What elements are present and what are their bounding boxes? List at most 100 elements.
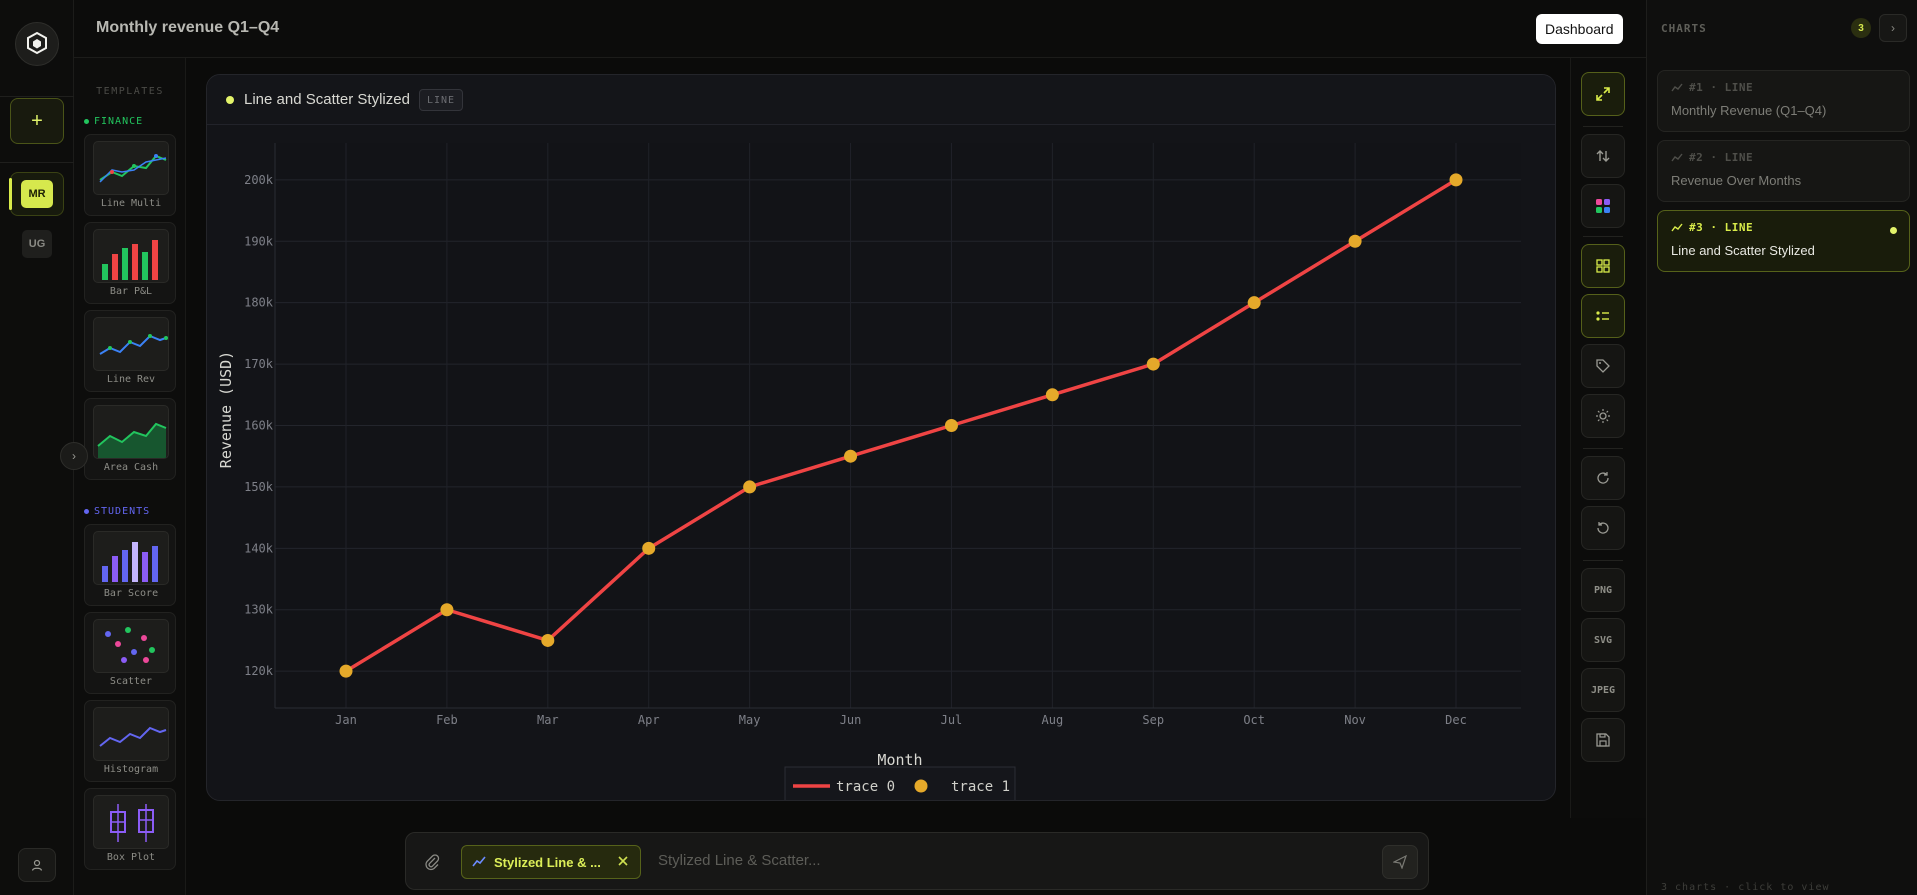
template-bar-score[interactable]: Bar Score — [84, 524, 176, 606]
data-point — [1146, 357, 1160, 371]
undo-button[interactable] — [1581, 506, 1625, 550]
redo-button[interactable] — [1581, 456, 1625, 500]
app-logo[interactable] — [15, 22, 59, 66]
toolbar-divider — [1583, 126, 1623, 127]
x-tick-label: Dec — [1445, 713, 1467, 727]
export-png-button[interactable]: PNG — [1581, 568, 1625, 612]
prompt-input[interactable]: Stylized Line & Scatter... — [658, 852, 821, 869]
attach-button[interactable] — [424, 853, 440, 876]
toolbar-divider — [1583, 448, 1623, 449]
labels-button[interactable] — [1581, 344, 1625, 388]
paperclip-icon — [425, 854, 440, 871]
y-tick-label: 160k — [244, 419, 274, 433]
template-box-plot[interactable]: Box Plot — [84, 788, 176, 870]
group-dot — [84, 509, 89, 514]
template-label: Line Rev — [106, 374, 156, 385]
workspace-mr[interactable]: MR — [21, 180, 53, 208]
y-tick-label: 140k — [244, 541, 274, 555]
fullscreen-button[interactable] — [1581, 72, 1625, 116]
chart-list-item-1[interactable]: #1 · LINE Monthly Revenue (Q1–Q4) — [1657, 70, 1910, 132]
legend-label: trace 0 — [836, 779, 895, 795]
rail-divider — [0, 162, 74, 163]
template-histogram[interactable]: Histogram — [84, 700, 176, 782]
legend-swatch-marker — [914, 779, 928, 793]
undo-icon — [1597, 522, 1609, 534]
chevron-right-icon: › — [1891, 21, 1895, 35]
chart-list-meta: #1 · LINE — [1689, 81, 1754, 94]
template-area-cash[interactable]: Area Cash — [84, 398, 176, 480]
swap-arrows-icon — [1596, 150, 1610, 162]
save-button[interactable] — [1581, 718, 1625, 762]
x-tick-label: Sep — [1142, 713, 1164, 727]
template-label: Bar Score — [103, 588, 159, 599]
toolbar-divider — [1583, 560, 1623, 561]
legend-toggle-button[interactable] — [1581, 294, 1625, 338]
data-point — [944, 419, 958, 432]
line-chart-icon — [1671, 223, 1683, 231]
template-thumbnail — [93, 141, 169, 195]
template-thumbnail — [93, 619, 169, 673]
export-svg-button[interactable]: SVG — [1581, 618, 1625, 662]
chart-list-meta: #3 · LINE — [1689, 221, 1754, 234]
line-chart-icon — [1671, 83, 1683, 91]
y-tick-label: 150k — [244, 480, 274, 494]
swap-axes-button[interactable] — [1581, 134, 1625, 178]
send-icon — [1393, 855, 1407, 869]
y-tick-label: 180k — [244, 296, 274, 310]
status-dot — [226, 96, 234, 104]
collapse-panel-button[interactable]: › — [1879, 14, 1907, 42]
close-icon — [618, 856, 628, 866]
remove-chip-button[interactable] — [616, 854, 630, 873]
export-jpeg-button[interactable]: JPEG — [1581, 668, 1625, 712]
theme-button[interactable] — [1581, 394, 1625, 438]
color-palette-button[interactable] — [1581, 184, 1625, 228]
template-thumbnail — [93, 795, 169, 849]
list-icon — [1596, 311, 1609, 321]
template-bar-pl[interactable]: Bar P&L — [84, 222, 176, 304]
context-chip[interactable]: Stylized Line & ... — [461, 845, 641, 879]
x-tick-label: Oct — [1243, 713, 1265, 727]
chart-count-badge: 3 — [1851, 18, 1871, 38]
chart-plot[interactable]: 120k 130k 140k 150k 160k 170k 180k 190k 200k Jan F… — [207, 125, 1556, 801]
top-bar: Monthly revenue Q1–Q4 Dashboard — [74, 0, 1646, 58]
x-tick-label: Feb — [436, 713, 458, 727]
data-point — [1348, 234, 1362, 248]
palette-icon — [1596, 199, 1610, 213]
data-point — [844, 449, 858, 463]
charts-heading: CHARTS — [1661, 22, 1707, 35]
x-tick-label: Nov — [1344, 713, 1366, 727]
data-point — [541, 633, 555, 647]
active-dot — [1890, 227, 1897, 234]
chart-card-header: Line and Scatter Stylized LINE — [207, 75, 1555, 125]
x-tick-label: Mar — [537, 713, 559, 727]
template-line-rev[interactable]: Line Rev — [84, 310, 176, 392]
chevron-right-icon: › — [72, 449, 76, 463]
data-point — [743, 480, 757, 494]
expand-icon — [1596, 87, 1610, 101]
template-group-finance: FINANCE — [84, 116, 143, 127]
template-line-multi[interactable]: Line Multi — [84, 134, 176, 216]
grid-toggle-button[interactable] — [1581, 244, 1625, 288]
legend-label: trace 1 — [951, 779, 1010, 795]
new-chart-button[interactable]: + — [10, 98, 64, 144]
expand-sidebar-button[interactable]: › — [60, 442, 88, 470]
charts-panel: CHARTS 3 › #1 · LINE Monthly Revenue (Q1… — [1646, 0, 1917, 895]
y-tick-label: 190k — [244, 234, 274, 248]
x-tick-label: Jun — [840, 713, 862, 727]
templates-heading: TEMPLATES — [96, 86, 164, 97]
line-chart-icon — [472, 856, 486, 867]
user-profile-button[interactable] — [18, 848, 56, 882]
chart-card: Line and Scatter Stylized LINE 120k 130k 1… — [206, 74, 1556, 801]
workspace-ug[interactable]: UG — [22, 230, 52, 258]
chart-list-item-3[interactable]: #3 · LINE Line and Scatter Stylized — [1657, 210, 1910, 272]
chart-toolbar: PNG SVG JPEG — [1570, 58, 1646, 818]
chart-type-badge: LINE — [419, 89, 464, 111]
data-point — [440, 603, 454, 617]
send-button[interactable] — [1382, 845, 1418, 879]
chart-list-item-2[interactable]: #2 · LINE Revenue Over Months — [1657, 140, 1910, 202]
logo-icon — [27, 31, 47, 55]
data-point — [1247, 296, 1261, 310]
y-tick-label: 170k — [244, 357, 274, 371]
template-scatter[interactable]: Scatter — [84, 612, 176, 694]
dashboard-button[interactable]: Dashboard — [1536, 14, 1623, 44]
